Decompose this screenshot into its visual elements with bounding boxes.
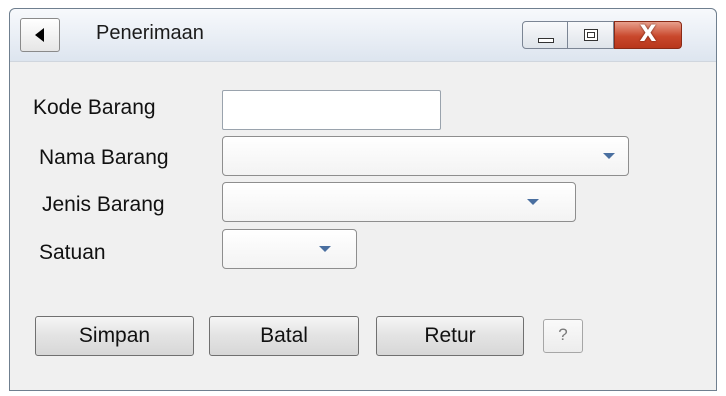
chevron-down-icon xyxy=(603,153,615,159)
nama-barang-combo[interactable] xyxy=(222,136,629,176)
chevron-down-icon xyxy=(319,246,331,252)
jenis-barang-combo[interactable] xyxy=(222,182,576,222)
chevron-down-icon xyxy=(527,199,539,205)
back-arrow-icon xyxy=(35,28,44,42)
retur-button[interactable]: Retur xyxy=(376,316,524,356)
minimize-icon xyxy=(538,38,554,43)
simpan-button[interactable]: Simpan xyxy=(35,316,194,356)
back-button[interactable] xyxy=(20,18,60,52)
penerimaan-window: Penerimaan X Kode Barang Nama Barang Jen… xyxy=(9,8,717,391)
maximize-icon xyxy=(584,29,598,41)
kode-barang-input[interactable] xyxy=(222,90,441,130)
help-icon: ? xyxy=(558,325,568,344)
window-title: Penerimaan xyxy=(96,22,204,44)
nama-barang-label: Nama Barang xyxy=(39,146,169,169)
batal-button[interactable]: Batal xyxy=(209,316,359,356)
minimize-button[interactable] xyxy=(522,21,568,49)
close-icon: X xyxy=(639,22,657,47)
help-button[interactable]: ? xyxy=(543,319,583,353)
jenis-barang-label: Jenis Barang xyxy=(42,193,165,216)
maximize-button[interactable] xyxy=(568,21,614,49)
title-bar[interactable]: Penerimaan X xyxy=(10,9,716,62)
close-button[interactable]: X xyxy=(614,21,682,49)
satuan-combo[interactable] xyxy=(222,229,357,269)
satuan-label: Satuan xyxy=(39,241,106,264)
kode-barang-label: Kode Barang xyxy=(33,96,156,119)
